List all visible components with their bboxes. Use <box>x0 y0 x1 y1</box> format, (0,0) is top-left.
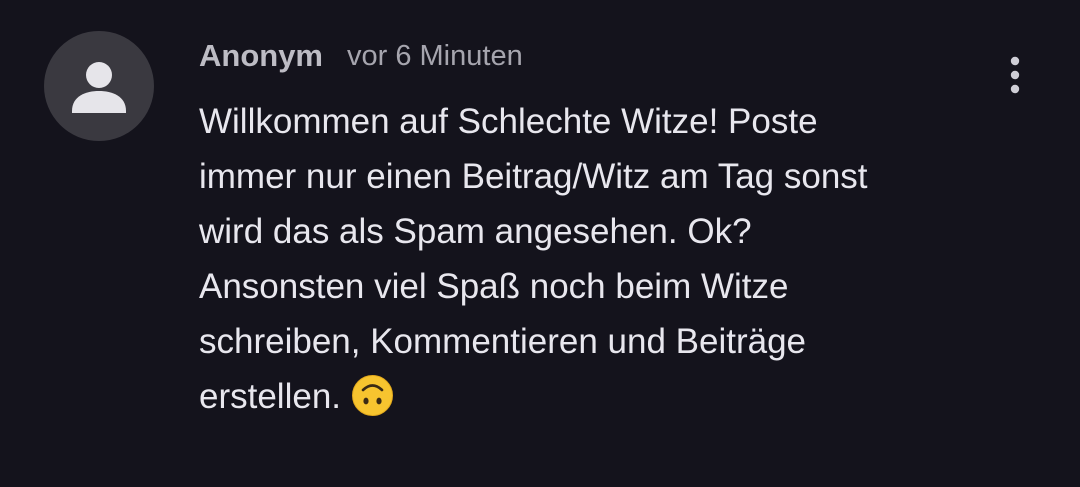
comment-header: Anonym vor 6 Minuten <box>199 34 523 78</box>
more-options-button[interactable] <box>995 52 1035 98</box>
comment-timestamp: vor 6 Minuten <box>347 39 523 72</box>
avatar[interactable] <box>44 31 154 141</box>
comment-card: Anonym vor 6 Minuten Willkommen auf Schl… <box>0 0 1080 487</box>
person-icon <box>72 62 126 113</box>
upside-down-face-emoji-icon <box>351 374 394 417</box>
comment-text: Willkommen auf Schlechte Witze! Poste im… <box>199 102 868 416</box>
author-name[interactable]: Anonym <box>199 38 323 74</box>
more-vert-icon <box>1010 56 1020 94</box>
comment-body: Willkommen auf Schlechte Witze! Poste im… <box>199 94 969 424</box>
